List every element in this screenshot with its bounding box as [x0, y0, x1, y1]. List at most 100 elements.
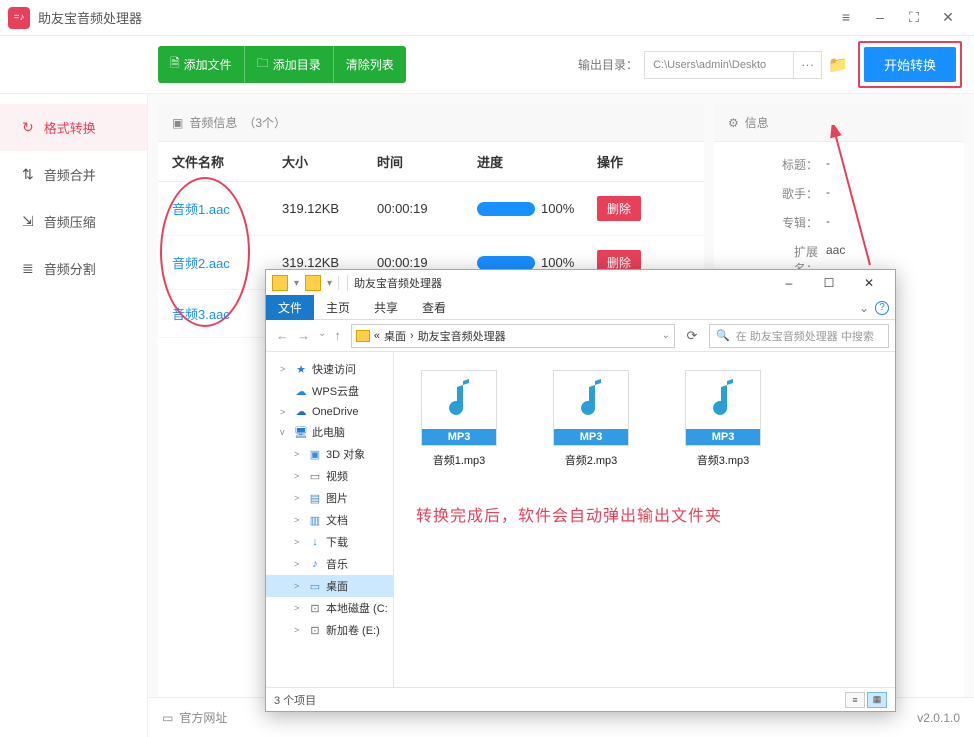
sidebar-item-音频合并[interactable]: ⇅音频合并 — [0, 151, 147, 198]
music-note-icon — [573, 377, 609, 421]
tree-label: 本地磁盘 (C: — [326, 600, 388, 616]
tree-item[interactable]: >★快速访问 — [266, 358, 393, 380]
delete-button[interactable]: 删除 — [597, 196, 641, 221]
file-item[interactable]: MP3音频3.mp3 — [678, 370, 768, 468]
hamburger-menu-icon[interactable]: ≡ — [838, 9, 854, 26]
chevron-icon[interactable]: > — [294, 559, 304, 569]
tree-label: 快速访问 — [312, 361, 356, 377]
tab-view[interactable]: 查看 — [410, 295, 458, 320]
chevron-icon[interactable]: > — [294, 603, 304, 613]
cell-action: 删除 — [597, 196, 667, 221]
sidebar-item-音频分割[interactable]: ≣音频分割 — [0, 245, 147, 292]
chevron-icon[interactable]: > — [294, 581, 304, 591]
file-icon: 🗎 — [170, 54, 180, 75]
maximize-button[interactable]: ⛶ — [906, 9, 922, 26]
tree-icon: ☁ — [294, 405, 308, 418]
exp-minimize-button[interactable]: – — [769, 270, 809, 296]
address-bar[interactable]: « 桌面 › 助友宝音频处理器 ⌄ — [351, 324, 675, 348]
chevron-icon[interactable]: > — [294, 471, 304, 481]
forward-icon[interactable]: → — [297, 328, 310, 343]
tree-label: OneDrive — [312, 406, 358, 418]
sidebar-item-格式转换[interactable]: ↻格式转换 — [0, 104, 147, 151]
tree-item[interactable]: > ☁ OneDrive — [266, 402, 393, 421]
chevron-icon[interactable]: > — [280, 407, 290, 417]
exp-close-button[interactable]: ✕ — [849, 270, 889, 296]
chevron-icon[interactable]: > — [294, 449, 304, 459]
tree-label: 此电脑 — [312, 424, 345, 440]
app-logo-icon: =♪ — [8, 7, 30, 29]
up-icon[interactable]: ↑ — [334, 328, 341, 343]
chevron-icon[interactable]: > — [294, 625, 304, 635]
tree-item[interactable]: >▭视频 — [266, 465, 393, 487]
gear-icon: ⚙ — [728, 116, 739, 130]
breadcrumb[interactable]: 桌面 — [384, 328, 406, 344]
tab-file[interactable]: 文件 — [266, 295, 314, 320]
nav-label: 音频压缩 — [44, 212, 96, 231]
addr-dropdown-icon[interactable]: ⌄ — [662, 330, 670, 341]
back-icon[interactable]: ← — [276, 328, 289, 343]
tree-item[interactable]: >▣3D 对象 — [266, 443, 393, 465]
tree-icon: ⊡ — [308, 624, 322, 637]
ribbon-expand-icon[interactable]: ⌄ — [859, 301, 869, 315]
col-size: 大小 — [282, 152, 377, 171]
browse-dots-button[interactable]: ··· — [794, 51, 822, 79]
close-button[interactable]: ✕ — [940, 9, 956, 26]
tab-share[interactable]: 共享 — [362, 295, 410, 320]
tree-icon: ▭ — [308, 470, 322, 483]
music-note-icon — [441, 377, 477, 421]
cell-time: 00:00:19 — [377, 201, 477, 216]
exp-maximize-button[interactable]: ☐ — [809, 270, 849, 296]
tree-item[interactable]: >♪音乐 — [266, 553, 393, 575]
folder-icon — [272, 275, 288, 291]
tree-item[interactable]: >▤图片 — [266, 487, 393, 509]
tree-item[interactable]: >▭桌面 — [266, 575, 393, 597]
start-convert-button[interactable]: 开始转换 — [864, 47, 956, 82]
cell-progress: 100% — [477, 201, 597, 216]
music-note-icon — [705, 377, 741, 421]
file-item[interactable]: MP3音频1.mp3 — [414, 370, 504, 468]
toolbar: 🗎添加文件 🗀添加目录 清除列表 输出目录： ··· 📁 开始转换 — [0, 36, 974, 94]
chevron-icon[interactable]: > — [280, 364, 290, 374]
cell-progress: 100% — [477, 255, 597, 270]
tree-label: 新加卷 (E:) — [326, 622, 380, 638]
file-item[interactable]: MP3音频2.mp3 — [546, 370, 636, 468]
add-folder-button[interactable]: 🗀添加目录 — [244, 46, 333, 83]
icons-view-button[interactable]: ▦ — [867, 692, 887, 708]
output-dir-label: 输出目录： — [578, 56, 638, 73]
chevron-icon[interactable]: > — [294, 493, 304, 503]
tree-icon: ▤ — [308, 492, 322, 505]
tab-home[interactable]: 主页 — [314, 295, 362, 320]
output-dir-input[interactable] — [644, 51, 794, 79]
tree-icon: ⊡ — [308, 602, 322, 615]
chevron-icon[interactable]: v — [280, 427, 290, 437]
tree-item[interactable]: v🖥此电脑 — [266, 421, 393, 443]
meta-label: 歌手： — [774, 185, 818, 202]
chevron-icon[interactable]: > — [294, 515, 304, 525]
sidebar-item-音频压缩[interactable]: ⇲音频压缩 — [0, 198, 147, 245]
folder-icon: 🗀 — [257, 54, 269, 75]
history-dropdown-icon[interactable]: ⌄ — [318, 328, 326, 343]
tree-item[interactable]: > ⊡ 本地磁盘 (C: — [266, 597, 393, 619]
open-output-folder-icon[interactable]: 📁 — [828, 55, 848, 75]
chevron-icon[interactable]: > — [294, 537, 304, 547]
help-icon[interactable]: ? — [875, 301, 889, 315]
breadcrumb[interactable]: 助友宝音频处理器 — [418, 328, 506, 344]
meta-value: - — [826, 185, 830, 202]
tree-item[interactable]: > ⊡ 新加卷 (E:) — [266, 619, 393, 641]
details-view-button[interactable]: ≡ — [845, 692, 865, 708]
minimize-button[interactable]: – — [872, 9, 888, 26]
tree-item[interactable]: >↓下载 — [266, 531, 393, 553]
refresh-icon[interactable]: ⟳ — [681, 328, 703, 344]
meta-label: 标题： — [774, 156, 818, 173]
cell-time: 00:00:19 — [377, 255, 477, 270]
version-label: v2.0.1.0 — [917, 711, 960, 725]
tree-icon: ☁ — [294, 385, 308, 398]
search-input[interactable]: 🔍 在 助友宝音频处理器 中搜索 — [709, 324, 889, 348]
tree-item[interactable]: ☁WPS云盘 — [266, 380, 393, 402]
tree-item[interactable]: >▥文档 — [266, 509, 393, 531]
clear-list-button[interactable]: 清除列表 — [333, 46, 406, 83]
table-row[interactable]: 音频1.aac319.12KB00:00:19100%删除 — [158, 182, 704, 236]
add-file-button[interactable]: 🗎添加文件 — [158, 46, 244, 83]
official-site-link[interactable]: 官方网址 — [179, 709, 227, 726]
explorer-title: 助友宝音频处理器 — [347, 275, 769, 291]
